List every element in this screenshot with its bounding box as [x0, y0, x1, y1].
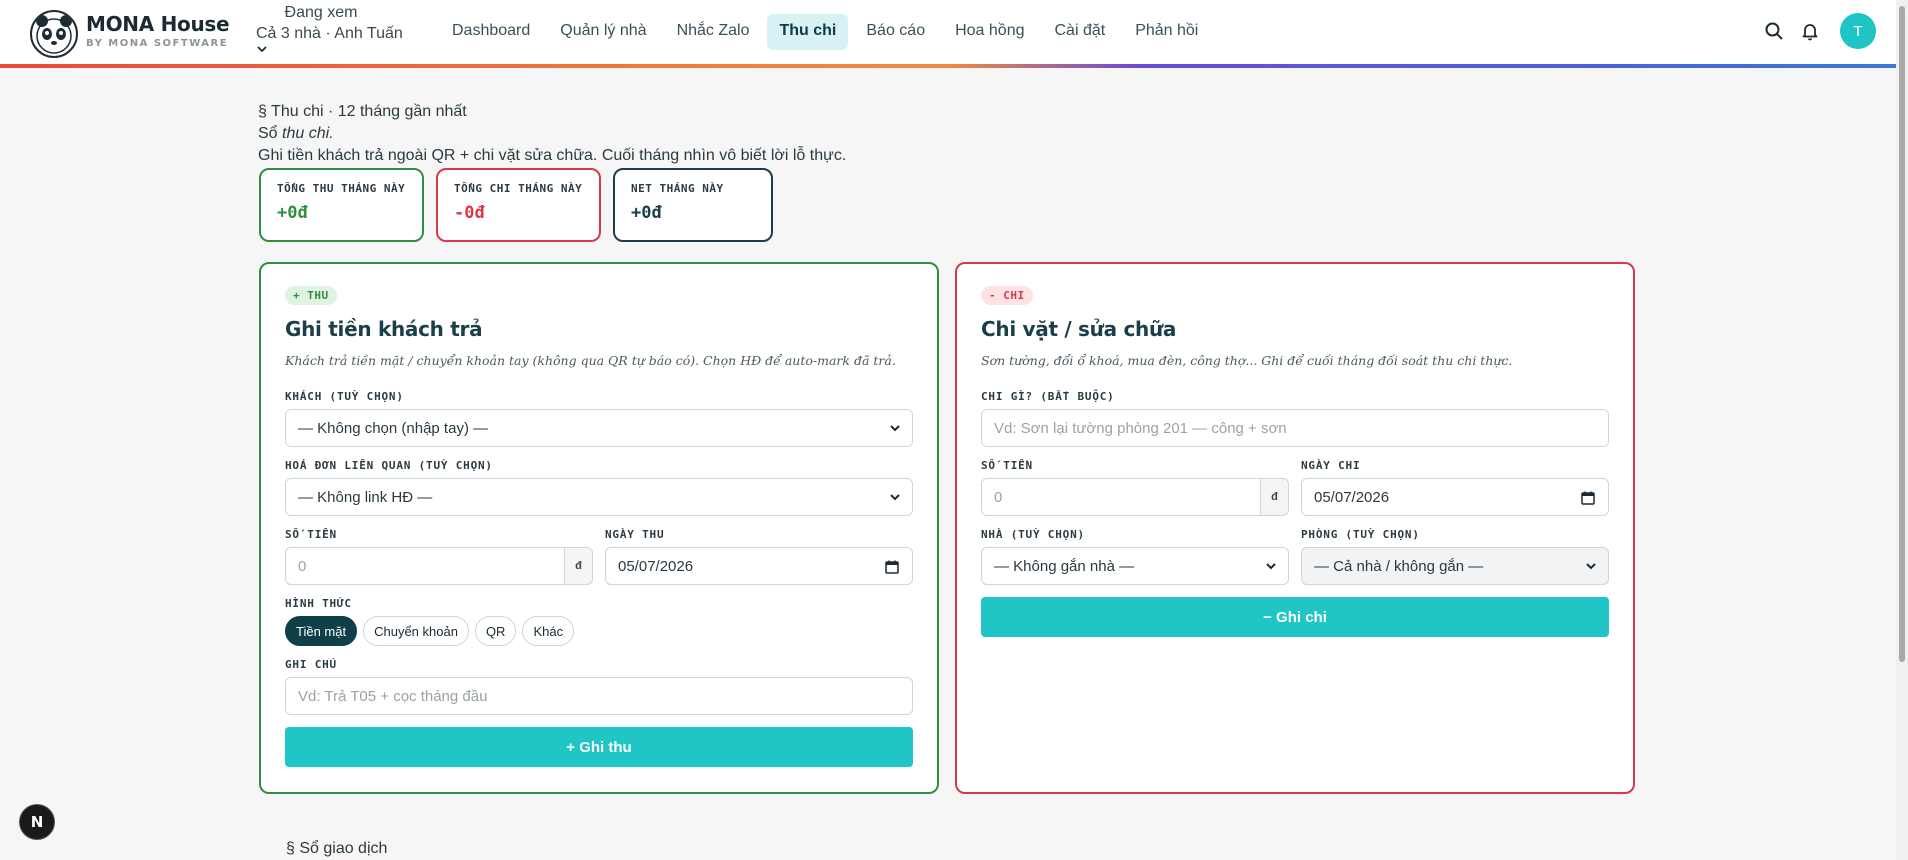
dev-overlay-button[interactable]: N [19, 804, 55, 840]
stat-total-expense: TỔNG CHI THÁNG NÀY -0đ [436, 168, 601, 242]
page-title-prefix: Sổ [258, 125, 283, 142]
nav-item[interactable]: Dashboard [440, 14, 542, 50]
income-amount-placeholder: 0 [298, 557, 307, 575]
expense-tag: - CHI [981, 286, 1033, 305]
submit-expense-button[interactable]: − Ghi chi [981, 597, 1609, 637]
customer-label: KHÁCH (TUỲ CHỌN) [285, 390, 404, 403]
page-subtitle: Ghi tiền khách trả ngoài QR + chi vặt sử… [258, 147, 847, 164]
brand[interactable]: MONA House BY MONA SOFTWARE [86, 12, 230, 49]
method-label: HÌNH THỨC [285, 597, 352, 610]
house-select[interactable]: — Không gắn nhà — [981, 547, 1289, 585]
house-label: NHÀ (TUỲ CHỌN) [981, 528, 1085, 541]
customer-select[interactable]: — Không chọn (nhập tay) — [285, 409, 913, 447]
income-amount-input[interactable]: 0 [285, 547, 565, 585]
chevron-down-icon [888, 421, 902, 439]
nav-item[interactable]: Nhắc Zalo [665, 14, 762, 50]
stat-value: -0đ [454, 203, 485, 223]
expense-date-input[interactable]: 05/07/2026 [1301, 478, 1609, 516]
chevron-down-icon [1584, 559, 1598, 577]
stat-total-income: TỔNG THU THÁNG NÀY +0đ [259, 168, 424, 242]
expense-amount-input[interactable]: 0 [981, 478, 1261, 516]
invoice-select[interactable]: — Không link HĐ — [285, 478, 913, 516]
room-label: PHÒNG (TUỲ CHỌN) [1301, 528, 1420, 541]
brand-sub: BY MONA SOFTWARE [86, 38, 229, 49]
expense-date-value: 05/07/2026 [1314, 488, 1390, 506]
invoice-label: HOÁ ĐƠN LIÊN QUAN (TUỲ CHỌN) [285, 459, 493, 472]
nav-item[interactable]: Hoa hồng [943, 14, 1036, 50]
page-title-em: thu chi. [282, 125, 334, 142]
calendar-icon[interactable] [884, 559, 900, 579]
method-transfer-pill[interactable]: Chuyển khoản [363, 616, 469, 646]
ledger-section-title: § Sổ giao dịch [286, 840, 388, 857]
method-qr-pill[interactable]: QR [474, 616, 517, 646]
income-date-input[interactable]: 05/07/2026 [605, 547, 913, 585]
income-date-value: 05/07/2026 [618, 557, 694, 575]
expense-description: Sơn tường, đổi ổ khoá, mua đèn, công thợ… [981, 353, 1513, 368]
note-label: GHI CHÚ [285, 658, 337, 671]
expense-amount-label: SỐ TIỀN [981, 459, 1033, 472]
expense-what-label: CHI GÌ? (BẮT BUỘC) [981, 390, 1115, 403]
chevron-down-icon [1264, 559, 1278, 577]
invoice-select-value: — Không link HĐ — [298, 488, 433, 506]
currency-suffix: đ [565, 547, 593, 585]
chevron-down-icon [256, 43, 416, 55]
nav-item[interactable]: Cài đặt [1042, 14, 1117, 50]
room-select-value: — Cả nhà / không gắn — [1314, 557, 1484, 575]
nav-item[interactable]: Thu chi [767, 14, 849, 50]
page-scrollbar[interactable] [1896, 0, 1908, 860]
house-select-value: — Không gắn nhà — [994, 557, 1135, 575]
viewing-label: Đang xem [284, 4, 358, 21]
calendar-icon[interactable] [1580, 490, 1596, 510]
currency-suffix: đ [1261, 478, 1289, 516]
income-tag: + THU [285, 286, 337, 305]
property-switcher[interactable]: Đang xem Cả 3 nhà · Anh Tuấn [256, 4, 416, 55]
viewing-value: Cả 3 nhà · Anh Tuấn [256, 25, 403, 42]
nav-item[interactable]: Báo cáo [854, 14, 937, 50]
room-select[interactable]: — Cả nhà / không gắn — [1301, 547, 1609, 585]
page-title: Sổ thu chi. [258, 123, 846, 145]
scrollbar-thumb[interactable] [1899, 6, 1905, 662]
customer-select-value: — Không chọn (nhập tay) — [298, 419, 489, 437]
note-input[interactable]: Vd: Trả T05 + cọc tháng đầu [285, 677, 913, 715]
method-other-pill[interactable]: Khác [522, 616, 575, 646]
expense-what-placeholder: Vd: Sơn lại tường phòng 201 — công + sơn [994, 419, 1287, 437]
expense-what-input[interactable]: Vd: Sơn lại tường phòng 201 — công + sơn [981, 409, 1609, 447]
page-header: § Thu chi · 12 tháng gần nhất Sổ thu chi… [258, 101, 846, 167]
brand-stripe [0, 64, 1896, 68]
stat-label: NET THÁNG NÀY [631, 182, 724, 195]
brand-name: MONA House [86, 12, 230, 36]
income-amount-label: SỐ TIỀN [285, 528, 337, 541]
income-form-card: + THU Ghi tiền khách trả Khách trả tiền … [259, 262, 939, 794]
stat-label: TỔNG THU THÁNG NÀY [277, 182, 406, 195]
note-placeholder: Vd: Trả T05 + cọc tháng đầu [298, 687, 488, 705]
stats-row: TỔNG THU THÁNG NÀY +0đ TỔNG CHI THÁNG NÀ… [259, 168, 773, 242]
expense-amount-placeholder: 0 [994, 488, 1003, 506]
page-kicker: § Thu chi · 12 tháng gần nhất [258, 103, 467, 120]
chevron-down-icon [888, 490, 902, 508]
income-date-label: NGÀY THU [605, 528, 665, 541]
user-avatar[interactable]: T [1840, 13, 1876, 49]
submit-income-button[interactable]: + Ghi thu [285, 727, 913, 767]
main-nav: Dashboard Quản lý nhà Nhắc Zalo Thu chi Báo … [440, 14, 1210, 50]
bell-icon[interactable] [1798, 19, 1822, 43]
income-title: Ghi tiền khách trả [285, 317, 483, 341]
stat-value: +0đ [277, 203, 308, 223]
method-cash-pill[interactable]: Tiền mặt [285, 616, 358, 646]
panda-logo-icon[interactable] [30, 10, 78, 58]
payment-method-group: Tiền mặt Chuyển khoản QR Khác [285, 616, 913, 646]
stat-net: NET THÁNG NÀY +0đ [613, 168, 773, 242]
expense-date-label: NGÀY CHI [1301, 459, 1361, 472]
nav-item[interactable]: Phản hồi [1123, 14, 1210, 50]
income-description: Khách trả tiền mặt / chuyển khoản tay (k… [285, 353, 896, 368]
nav-item[interactable]: Quản lý nhà [548, 14, 658, 50]
top-navbar: MONA House BY MONA SOFTWARE Đang xem Cả … [0, 0, 1896, 68]
expense-form-card: - CHI Chi vặt / sửa chữa Sơn tường, đổi … [955, 262, 1635, 794]
search-icon[interactable] [1762, 19, 1786, 43]
stat-value: +0đ [631, 203, 662, 223]
stat-label: TỔNG CHI THÁNG NÀY [454, 182, 583, 195]
expense-title: Chi vặt / sửa chữa [981, 317, 1177, 341]
